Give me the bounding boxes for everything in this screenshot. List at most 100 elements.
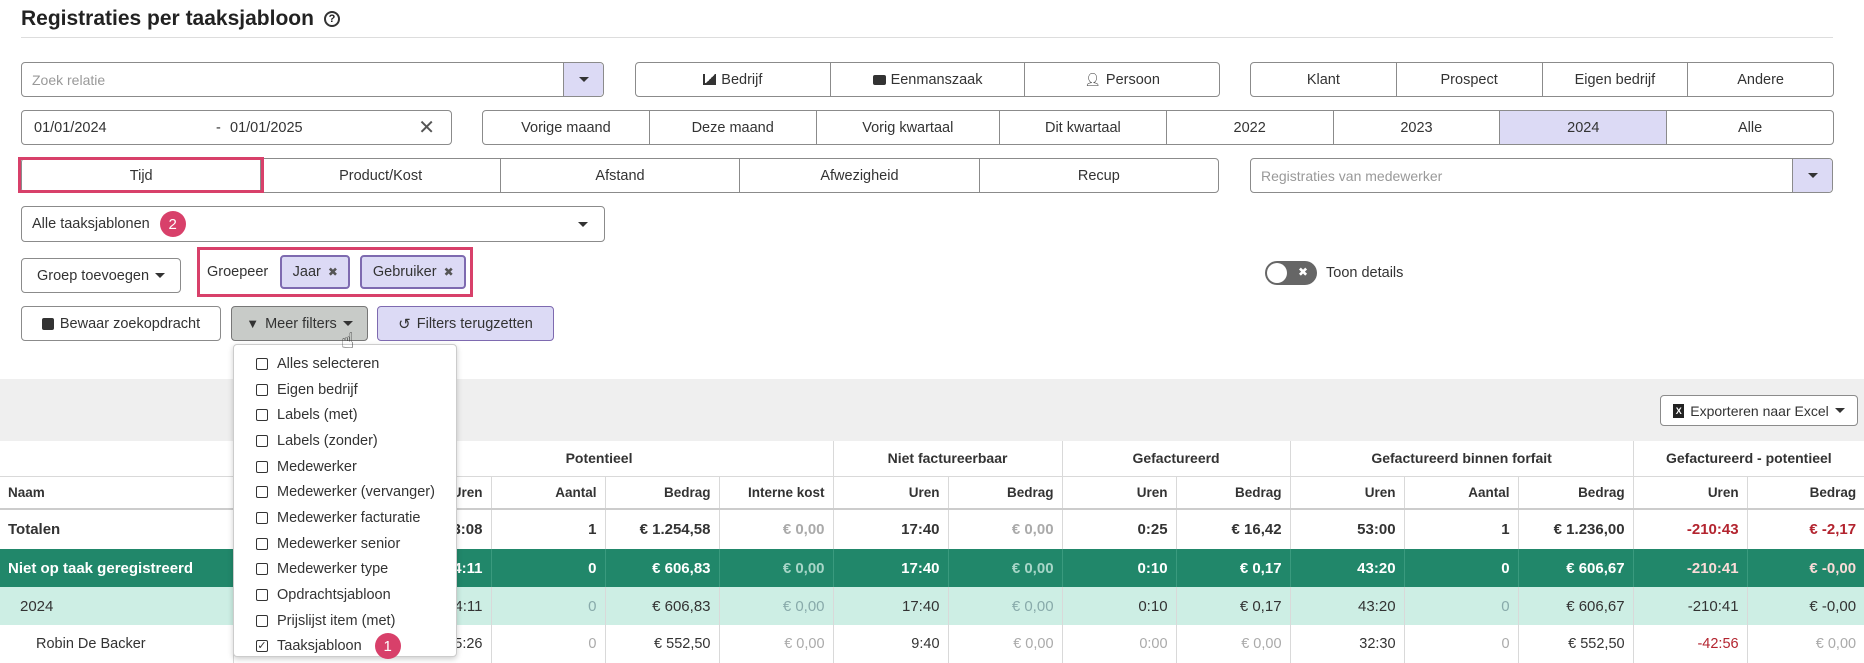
save-search-button[interactable]: Bewaar zoekopdracht [21, 306, 221, 341]
date-to[interactable]: 01/01/2025 [230, 120, 303, 136]
col-header[interactable]: Interne kost [718, 476, 834, 510]
relation-klant-button[interactable]: Klant [1251, 63, 1396, 96]
toggle-details-switch[interactable]: ✖ [1265, 261, 1317, 285]
col-header[interactable]: Bedrag [1517, 476, 1634, 510]
close-icon: ✖ [1297, 265, 1308, 279]
filter-menu-label: Eigen bedrijf [277, 381, 358, 398]
checkbox-icon[interactable] [256, 434, 268, 447]
add-group-button[interactable]: Groep toevoegen [21, 258, 181, 293]
filter-menu-item[interactable]: Medewerker senior [234, 531, 456, 557]
reset-filters-button[interactable]: ↺ Filters terugzetten [377, 306, 554, 341]
relation-prospect-button[interactable]: Prospect [1395, 63, 1542, 96]
col-header[interactable]: Bedrag [947, 476, 1063, 510]
filter-menu-item[interactable]: Opdrachtsjabloon [234, 582, 456, 608]
chevron-down-icon[interactable] [1792, 159, 1832, 192]
date-range-field[interactable]: 01/01/2024 - 01/01/2025 ✕ [21, 110, 452, 145]
type-eenmanszaak-button[interactable]: Eenmanszaak [829, 63, 1025, 96]
table-cell: 17:40 [832, 587, 949, 625]
date-from[interactable]: 01/01/2024 [34, 120, 107, 136]
checkbox-icon[interactable] [256, 460, 268, 473]
group-header-gefactureerd-potentieel: Gefactureerd - potentieel [1632, 441, 1864, 477]
filter-menu-item[interactable]: Medewerker facturatie [234, 505, 456, 531]
filter-menu-item[interactable]: Medewerker [234, 454, 456, 480]
table-cell: 1 [1403, 509, 1519, 549]
period-dit-kwartaal[interactable]: Dit kwartaal [998, 111, 1166, 144]
more-filters-label: Meer filters [265, 315, 337, 332]
table-cell: -210:43 [1632, 509, 1748, 549]
period-vorige-maand[interactable]: Vorige maand [483, 111, 649, 144]
col-header[interactable]: Aantal [490, 476, 605, 510]
table-cell: € -2,17 [1746, 509, 1864, 549]
checkbox-icon[interactable] [256, 614, 268, 627]
period-2024[interactable]: 2024 [1499, 111, 1667, 144]
checkbox-icon[interactable] [256, 357, 268, 370]
period-vorig-kwartaal[interactable]: Vorig kwartaal [815, 111, 999, 144]
group-chip-jaar[interactable]: Jaar ✖ [280, 255, 351, 289]
col-header[interactable]: Uren [1289, 476, 1405, 510]
type-label: Bedrijf [721, 71, 763, 88]
close-icon[interactable]: ✖ [328, 265, 338, 279]
col-header[interactable]: Bedrag [604, 476, 719, 510]
checkbox-icon[interactable] [256, 383, 268, 396]
kind-product-kost[interactable]: Product/Kost [260, 159, 499, 192]
checkbox-icon[interactable] [256, 409, 268, 422]
period-alle[interactable]: Alle [1666, 111, 1833, 144]
factory-icon [703, 74, 717, 85]
filter-menu-item[interactable]: ✓ Taaksjabloon 1 [234, 633, 456, 660]
kind-afwezigheid[interactable]: Afwezigheid [739, 159, 978, 192]
table-cell: 53:00 [1289, 509, 1405, 549]
question-circle-icon[interactable]: ? [323, 11, 340, 27]
kind-recup[interactable]: Recup [978, 159, 1218, 192]
table-cell: 43:20 [1289, 549, 1405, 587]
checkbox-icon[interactable] [256, 589, 268, 602]
period-2022[interactable]: 2022 [1165, 111, 1333, 144]
filter-menu-item[interactable]: Labels (zonder) [234, 428, 456, 454]
filter-menu-label: Labels (zonder) [277, 432, 378, 449]
employee-filter-combo[interactable]: Registraties van medewerker [1250, 158, 1833, 193]
page-title-text: Registraties per taaksjabloon [21, 7, 314, 30]
filter-menu-item[interactable]: Labels (met) [234, 402, 456, 428]
export-excel-button[interactable]: X Exporteren naar Excel [1660, 395, 1858, 426]
chevron-down-icon[interactable] [563, 63, 603, 96]
col-header[interactable]: Aantal [1403, 476, 1519, 510]
period-2023[interactable]: 2023 [1332, 111, 1500, 144]
filter-menu-label: Medewerker [277, 458, 357, 475]
col-header[interactable]: Naam [0, 476, 233, 510]
checkbox-icon[interactable] [256, 486, 268, 499]
reset-filters-label: Filters terugzetten [416, 315, 533, 332]
period-deze-maand[interactable]: Deze maand [648, 111, 816, 144]
close-icon[interactable]: ✖ [444, 265, 454, 279]
filter-menu-item[interactable]: Alles selecteren [234, 351, 456, 377]
highlight-tijd [18, 157, 264, 193]
col-header[interactable]: Uren [1061, 476, 1177, 510]
filter-menu-item[interactable]: Eigen bedrijf [234, 377, 456, 403]
group-chip-gebruiker[interactable]: Gebruiker ✖ [360, 255, 467, 289]
filter-menu-item[interactable]: Medewerker type [234, 557, 456, 583]
col-header[interactable]: Uren [832, 476, 949, 510]
relation-eigen-bedrijf-button[interactable]: Eigen bedrijf [1541, 63, 1688, 96]
col-header[interactable]: Uren [1632, 476, 1748, 510]
checkbox-icon[interactable] [256, 537, 268, 550]
page-title: Registraties per taaksjabloon ? [21, 4, 340, 34]
type-bedrijf-button[interactable]: Bedrijf [636, 63, 830, 96]
col-header[interactable]: Bedrag [1175, 476, 1291, 510]
checkbox-checked-icon[interactable]: ✓ [256, 640, 268, 653]
relation-andere-button[interactable]: Andere [1687, 63, 1833, 96]
col-header[interactable]: Bedrag [1746, 476, 1864, 510]
checkbox-icon[interactable] [256, 563, 268, 576]
table-cell: -42:56 [1632, 625, 1748, 663]
table-cell: -210:41 [1632, 587, 1748, 625]
search-relation-input[interactable]: Zoek relatie [32, 72, 105, 88]
search-relation-combo[interactable]: Zoek relatie [21, 62, 604, 97]
kind-afstand[interactable]: Afstand [499, 159, 739, 192]
type-label: Persoon [1105, 71, 1160, 88]
employee-filter-input[interactable]: Registraties van medewerker [1261, 168, 1442, 184]
checkbox-icon[interactable] [256, 511, 268, 524]
table-cell: 17:40 [832, 549, 949, 587]
template-select[interactable]: Alle taaksjablonen 2 [21, 206, 605, 242]
close-icon[interactable]: ✕ [418, 115, 435, 140]
chevron-down-icon[interactable] [578, 221, 588, 227]
filter-menu-item[interactable]: Prijslijst item (met) [234, 608, 456, 634]
type-persoon-button[interactable]: 👤︎ Persoon [1024, 63, 1219, 96]
filter-menu-item[interactable]: Medewerker (vervanger) [234, 479, 456, 505]
